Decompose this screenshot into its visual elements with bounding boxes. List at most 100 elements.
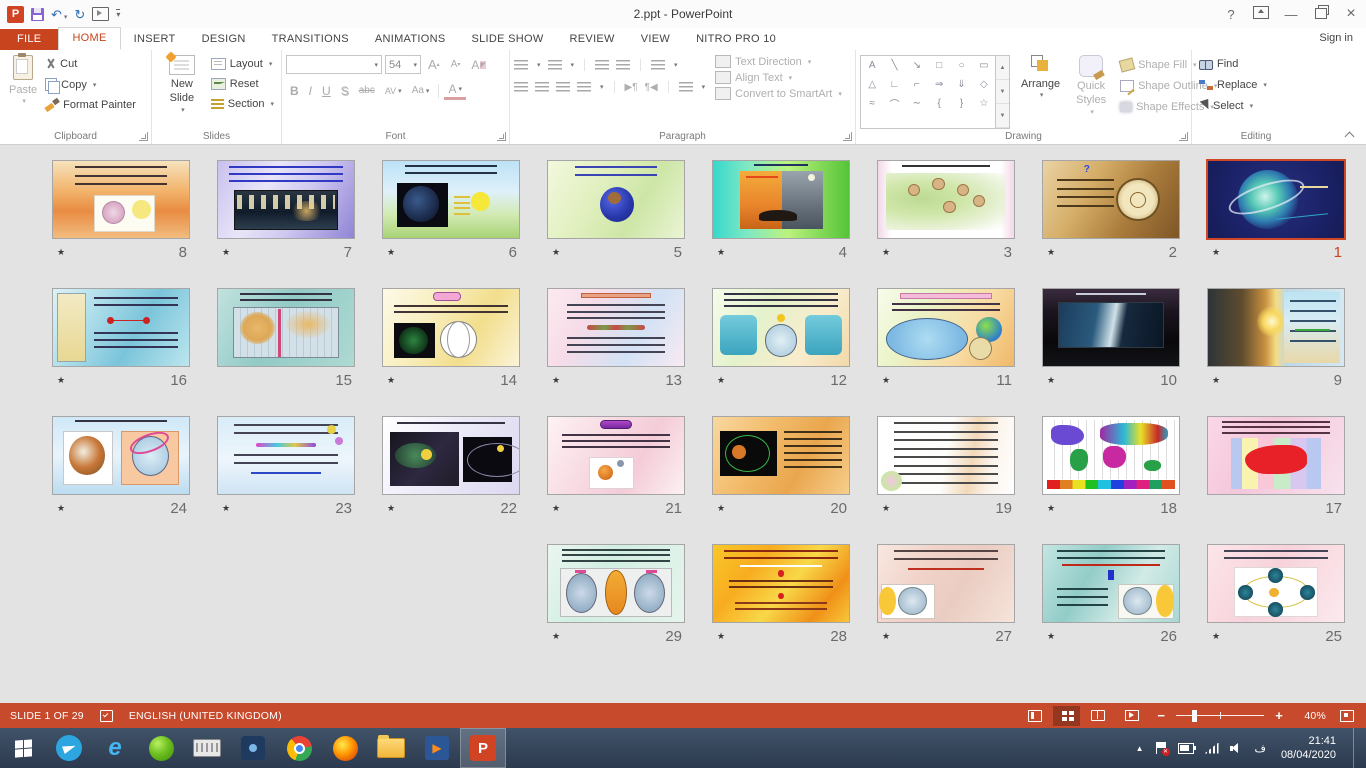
slide-thumbnail-13[interactable] (547, 288, 685, 367)
decrease-indent-icon[interactable] (595, 60, 609, 71)
taskbar-icon-firefox[interactable] (322, 728, 368, 768)
paste-button[interactable]: Paste▾ (4, 53, 42, 129)
bold-button[interactable]: B (286, 83, 303, 99)
shape-glyph-8[interactable]: ⌐ (914, 79, 920, 90)
sign-in-link[interactable]: Sign in (1319, 32, 1353, 764)
slide-thumbnail-8[interactable] (52, 160, 190, 239)
underline-button[interactable]: U (318, 83, 335, 99)
volume-icon[interactable] (1230, 743, 1244, 754)
tray-expand-icon[interactable]: ▲ (1136, 744, 1144, 753)
slide-thumbnail-16[interactable] (52, 288, 190, 367)
slide-thumbnail-20[interactable] (712, 416, 850, 495)
strikethrough-button[interactable]: abc (355, 84, 379, 97)
reading-view-button[interactable] (1082, 705, 1114, 726)
shape-glyph-15[interactable]: { (937, 98, 940, 109)
slide-thumbnail-6[interactable] (382, 160, 520, 239)
help-button[interactable]: ? (1216, 7, 1246, 22)
rtl-direction-icon[interactable]: ¶◀ (645, 82, 658, 93)
slideshow-view-button[interactable] (1116, 705, 1148, 726)
battery-icon[interactable] (1178, 743, 1194, 754)
text-direction-button[interactable]: Text Direction▾ (715, 55, 842, 68)
taskbar-icon-telegram[interactable] (46, 728, 92, 768)
shape-glyph-2[interactable]: ↘ (913, 60, 921, 71)
taskbar-icon-green-orb[interactable] (138, 728, 184, 768)
justify-icon[interactable] (577, 82, 591, 93)
start-button[interactable] (0, 728, 46, 768)
tab-view[interactable]: VIEW (628, 29, 683, 50)
columns-icon[interactable] (679, 82, 693, 93)
slide-thumbnail-26[interactable] (1042, 544, 1180, 623)
start-slideshow-icon[interactable] (92, 7, 109, 21)
input-language-indicator[interactable]: ف (1255, 742, 1266, 755)
font-size-combobox[interactable]: 54▾ (385, 55, 421, 74)
align-text-button[interactable]: Align Text▾ (715, 71, 842, 84)
paragraph-dialog-launcher[interactable] (843, 132, 852, 141)
select-button[interactable]: Select▾ (1196, 98, 1316, 114)
increase-indent-icon[interactable] (616, 60, 630, 71)
tab-nitro-pro-10[interactable]: NITRO PRO 10 (683, 29, 789, 50)
undo-icon[interactable]: ↶▾ (51, 8, 67, 21)
zoom-slider[interactable] (1176, 710, 1264, 722)
tab-insert[interactable]: INSERT (121, 29, 189, 50)
slide-thumbnail-19[interactable] (877, 416, 1015, 495)
slide-thumbnail-23[interactable] (217, 416, 355, 495)
taskbar-icon-internet-explorer[interactable]: e (92, 728, 138, 768)
shapes-gallery-scrollbar[interactable]: ▲▼▼ (996, 55, 1010, 129)
bullets-icon[interactable] (514, 60, 528, 71)
spell-check-icon[interactable] (100, 710, 113, 722)
slide-thumbnail-22[interactable] (382, 416, 520, 495)
taskbar-icon-chrome[interactable] (276, 728, 322, 768)
shape-glyph-12[interactable]: ≈ (869, 98, 875, 109)
layout-button[interactable]: Layout▾ (208, 56, 277, 72)
drawing-dialog-launcher[interactable] (1179, 132, 1188, 141)
tab-file[interactable]: FILE (0, 29, 58, 50)
tab-review[interactable]: REVIEW (557, 29, 628, 50)
shape-glyph-6[interactable]: △ (868, 79, 876, 90)
cut-button[interactable]: Cut (42, 56, 139, 72)
shapes-gallery[interactable]: A╲↘□○▭△∟⌐⇒⇓◇≈⌒∼{}☆ (860, 55, 996, 129)
font-color-button[interactable]: A▾ (444, 81, 466, 100)
shrink-font-button[interactable]: A▾ (447, 58, 465, 71)
taskbar-icon-powerpoint[interactable]: P (460, 728, 506, 768)
zoom-slider-thumb[interactable] (1192, 710, 1197, 722)
action-center-flag-icon[interactable]: ✕ (1155, 742, 1167, 754)
italic-button[interactable]: I (305, 83, 316, 99)
convert-to-smartart-button[interactable]: Convert to SmartArt▾ (715, 87, 842, 100)
new-slide-button[interactable]: New Slide▾ (156, 53, 208, 129)
slide-thumbnail-7[interactable] (217, 160, 355, 239)
text-shadow-button[interactable]: S (337, 83, 353, 99)
save-icon[interactable] (31, 8, 44, 21)
close-button[interactable]: × (1336, 5, 1366, 23)
shape-glyph-0[interactable]: A (869, 60, 876, 71)
font-name-combobox[interactable]: ▾ (286, 55, 382, 74)
tab-home[interactable]: HOME (58, 27, 120, 50)
slide-thumbnail-27[interactable] (877, 544, 1015, 623)
redo-icon[interactable]: ↻ (74, 8, 85, 21)
tab-transitions[interactable]: TRANSITIONS (259, 29, 362, 50)
font-dialog-launcher[interactable] (497, 132, 506, 141)
network-signal-icon[interactable] (1205, 743, 1219, 754)
slide-sorter-view-button[interactable] (1053, 706, 1080, 726)
character-spacing-button[interactable]: AV▾ (381, 85, 406, 97)
slide-thumbnail-11[interactable] (877, 288, 1015, 367)
taskbar-icon-keyboard[interactable] (184, 728, 230, 768)
zoom-in-button[interactable]: + (1268, 708, 1290, 723)
align-center-icon[interactable] (535, 82, 549, 93)
show-desktop-button[interactable] (1353, 728, 1358, 768)
ribbon-display-options-button[interactable] (1246, 6, 1276, 22)
shape-glyph-13[interactable]: ⌒ (889, 96, 899, 111)
slide-thumbnail-18[interactable] (1042, 416, 1180, 495)
zoom-out-button[interactable]: − (1150, 708, 1172, 723)
slide-thumbnail-28[interactable] (712, 544, 850, 623)
section-button[interactable]: Section▾ (208, 96, 277, 112)
slide-thumbnail-10[interactable] (1042, 288, 1180, 367)
change-case-button[interactable]: Aa▾ (408, 84, 434, 97)
tab-design[interactable]: DESIGN (189, 29, 259, 50)
shape-glyph-17[interactable]: ☆ (979, 98, 988, 109)
slide-thumbnail-4[interactable] (712, 160, 850, 239)
shape-glyph-9[interactable]: ⇒ (935, 79, 943, 90)
clipboard-dialog-launcher[interactable] (139, 132, 148, 141)
taskbar-icon-player[interactable]: ▶ (414, 728, 460, 768)
shape-glyph-5[interactable]: ▭ (979, 60, 988, 71)
slide-thumbnail-15[interactable] (217, 288, 355, 367)
